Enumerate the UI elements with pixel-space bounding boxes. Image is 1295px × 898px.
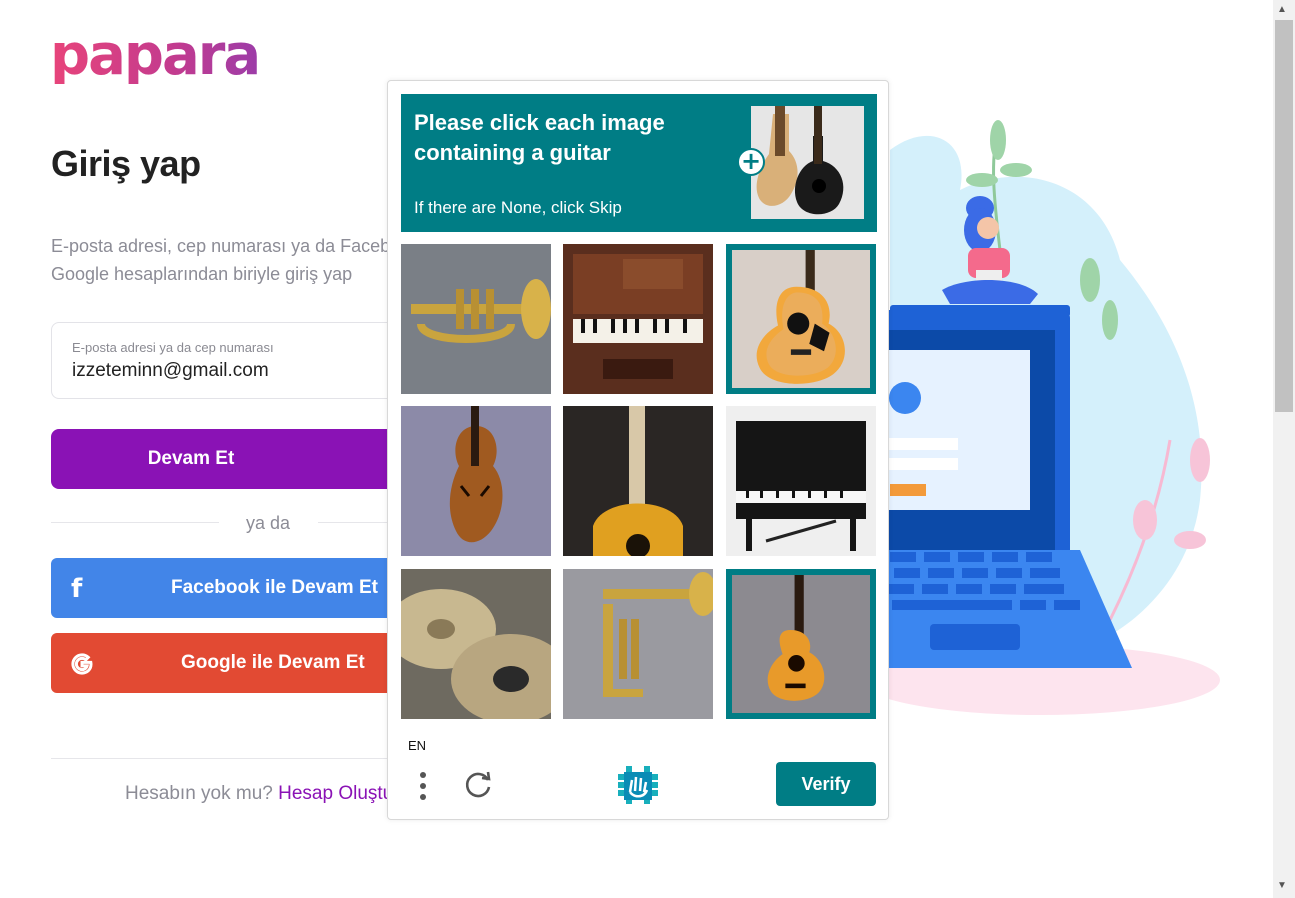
- divider-right: [318, 522, 398, 523]
- refresh-icon[interactable]: [462, 768, 494, 800]
- scrollbar-thumb[interactable]: [1275, 20, 1293, 412]
- papara-logo[interactable]: papara: [50, 28, 261, 84]
- continue-button-label: Devam Et: [147, 448, 235, 469]
- divider-left: [51, 522, 219, 523]
- footer-divider: [51, 758, 396, 759]
- captcha-tile-piano[interactable]: [563, 244, 713, 394]
- captcha-tile-guitar[interactable]: [726, 244, 876, 394]
- captcha-tile-trumpet[interactable]: [563, 569, 713, 719]
- subtitle-line-1: E-posta adresi, cep numarası ya da Faceb…: [51, 236, 391, 256]
- or-divider-text: ya da: [246, 513, 291, 533]
- captcha-tile-trumpet[interactable]: [401, 244, 551, 394]
- email-field-label: E-posta adresi ya da cep numarası: [72, 340, 274, 355]
- captcha-challenge: Please click each image containing a gui…: [387, 80, 889, 820]
- captcha-example-image[interactable]: [751, 106, 864, 219]
- email-field[interactable]: E-posta adresi ya da cep numarası izzete…: [51, 322, 411, 399]
- google-icon: [71, 653, 93, 675]
- email-field-value[interactable]: izzeteminn@gmail.com: [72, 360, 269, 382]
- verify-button-label: Verify: [801, 773, 851, 794]
- facebook-icon: f: [71, 574, 83, 604]
- captcha-tile-cymbals[interactable]: [401, 569, 551, 719]
- page-title: Giriş yap: [51, 143, 201, 184]
- language-selector[interactable]: EN: [408, 738, 426, 753]
- facebook-login-button[interactable]: f Facebook ile Devam Et: [51, 558, 411, 618]
- login-subtitle: E-posta adresi, cep numarası ya da Faceb…: [51, 232, 391, 288]
- scroll-up-arrow-icon[interactable]: ▲: [1277, 4, 1287, 15]
- verify-button[interactable]: Verify: [776, 762, 876, 806]
- captcha-prompt: Please click each image containing a gui…: [401, 94, 877, 232]
- google-login-button[interactable]: Google ile Devam Et: [51, 633, 411, 693]
- page: papara Giriş yap E-posta adresi, cep num…: [0, 0, 1295, 898]
- hcaptcha-logo-icon: [618, 766, 658, 804]
- create-account-link[interactable]: Hesap Oluştur: [278, 783, 399, 804]
- facebook-button-label: Facebook ile Devam Et: [171, 577, 378, 598]
- google-button-label: Google ile Devam Et: [181, 652, 365, 673]
- captcha-prompt-title: Please click each image containing a gui…: [414, 110, 665, 165]
- zoom-plus-icon[interactable]: +: [737, 148, 765, 176]
- signup-prompt: Hesabın yok mu? Hesap Oluştur: [125, 783, 400, 805]
- laptop-illustration: [870, 120, 1220, 715]
- scroll-down-arrow-icon[interactable]: ▼: [1277, 880, 1287, 891]
- subtitle-line-2: Google hesaplarından biriyle giriş yap: [51, 264, 353, 284]
- more-options-icon[interactable]: [418, 771, 428, 803]
- captcha-tile-piano[interactable]: [726, 406, 876, 556]
- captcha-tile-violin[interactable]: [401, 406, 551, 556]
- continue-button[interactable]: Devam Et: [51, 429, 411, 489]
- no-account-text: Hesabın yok mu?: [125, 783, 273, 804]
- captcha-prompt-hint: If there are None, click Skip: [414, 198, 622, 217]
- captcha-tile-guitar[interactable]: [726, 569, 876, 719]
- captcha-tile-guitar[interactable]: [563, 406, 713, 556]
